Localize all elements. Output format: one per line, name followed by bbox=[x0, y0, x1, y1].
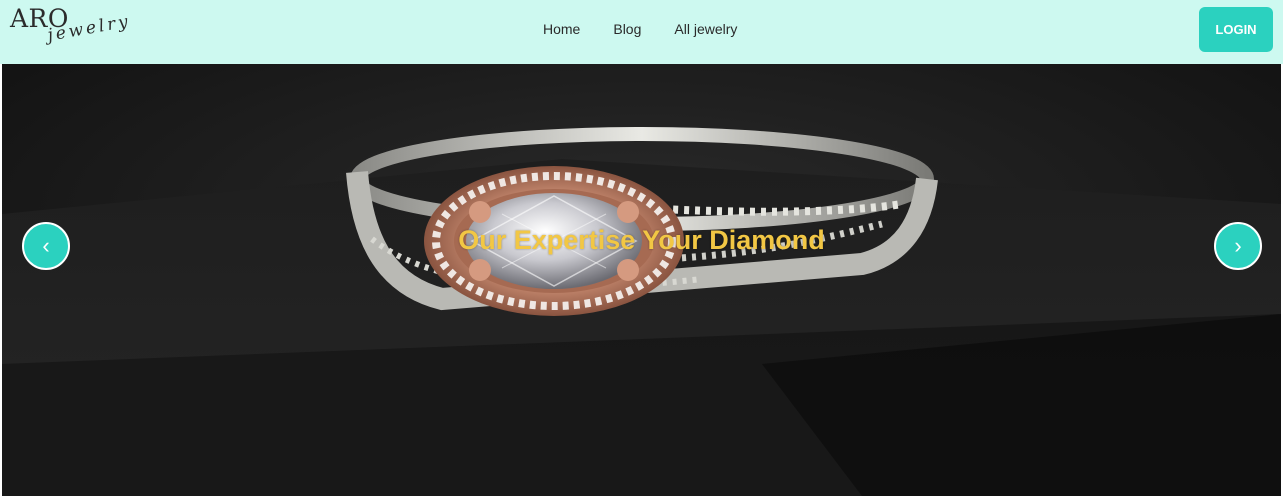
chevron-right-icon: › bbox=[1234, 233, 1242, 258]
hero-image bbox=[2, 64, 1281, 496]
carousel-prev-button[interactable]: ‹ bbox=[22, 222, 70, 270]
carousel-next-button[interactable]: › bbox=[1214, 222, 1262, 270]
login-button[interactable]: LOGIN bbox=[1199, 7, 1273, 52]
navbar: ARO jewelry Home Blog All jewelry LOGIN bbox=[0, 0, 1283, 64]
chevron-left-icon: ‹ bbox=[42, 233, 50, 258]
hero-carousel: Our Expertise Your Diamond ‹ › bbox=[2, 64, 1281, 496]
main-nav: Home Blog All jewelry bbox=[543, 21, 737, 37]
nav-link-blog[interactable]: Blog bbox=[613, 21, 641, 37]
hero-headline: Our Expertise Your Diamond bbox=[458, 225, 825, 255]
brand-logo[interactable]: ARO jewelry bbox=[10, 4, 132, 58]
nav-link-home[interactable]: Home bbox=[543, 21, 580, 37]
nav-link-all-jewelry[interactable]: All jewelry bbox=[674, 21, 737, 37]
